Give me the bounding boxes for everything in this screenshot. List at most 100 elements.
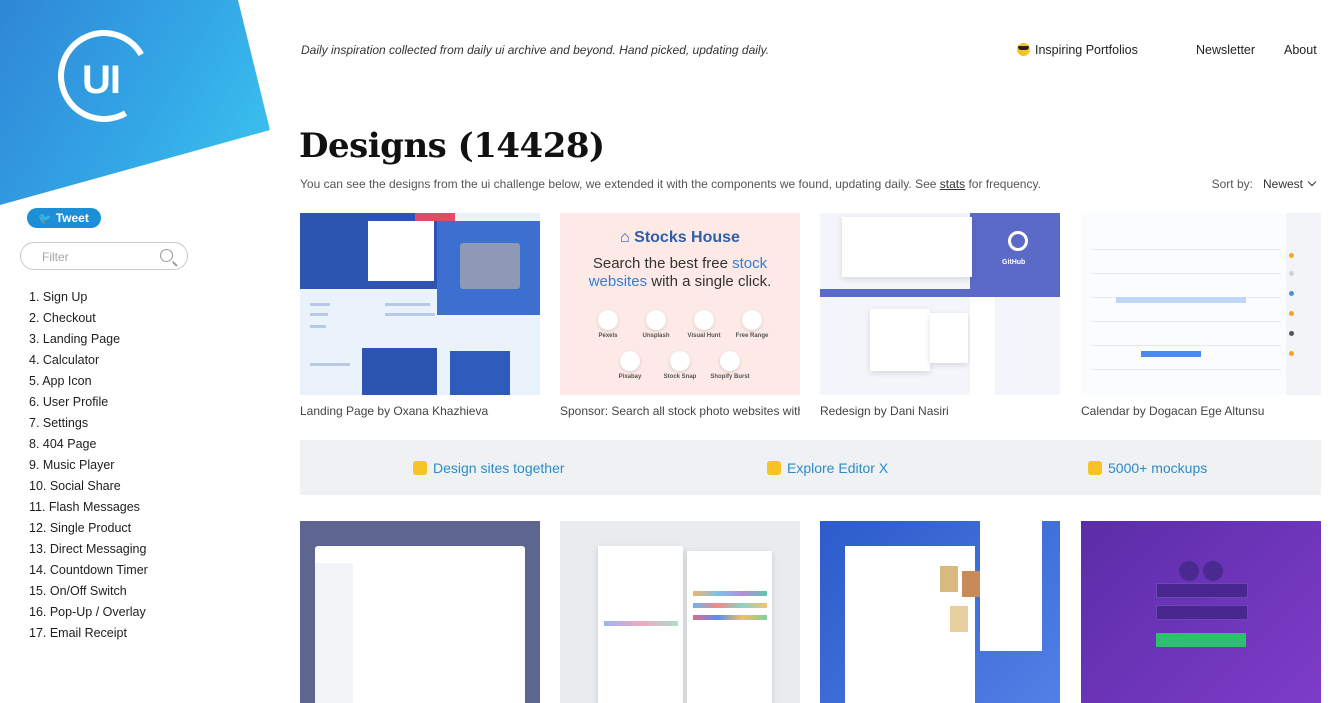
tweet-button[interactable]: 🐦 Tweet: [27, 208, 101, 228]
sidebar-item-single-product[interactable]: 12. Single Product: [29, 520, 148, 541]
pixabay-icon: [620, 351, 640, 371]
design-card[interactable]: Landing Page by Oxana Khazhieva: [300, 213, 540, 418]
banner-link-editor-x[interactable]: Explore Editor X: [767, 460, 888, 476]
sponsor-brand: ⌂ Stocks House: [560, 229, 800, 247]
facebook-icon: [1179, 561, 1199, 581]
pexels-icon: [598, 310, 618, 330]
visual-hunt-icon: [694, 310, 714, 330]
card-caption[interactable]: Redesign by Dani Nasiri: [820, 404, 1060, 418]
logo-text: UI: [82, 58, 121, 102]
challenge-list: 1. Sign Up 2. Checkout 3. Landing Page 4…: [29, 289, 148, 646]
sort-value: Newest: [1262, 177, 1303, 191]
sidebar-item-landing-page[interactable]: 3. Landing Page: [29, 331, 148, 352]
banner-label: Design sites together: [433, 460, 565, 476]
people-emoji-icon: [413, 461, 427, 475]
sponsor-headline: Search the best free stock websites with …: [570, 255, 790, 291]
design-thumbnail[interactable]: [820, 521, 1060, 703]
sidebar-item-social-share[interactable]: 10. Social Share: [29, 478, 148, 499]
sidebar-item-music-player[interactable]: 9. Music Player: [29, 457, 148, 478]
sidebar-item-countdown-timer[interactable]: 14. Countdown Timer: [29, 562, 148, 583]
banner-label: 5000+ mockups: [1108, 460, 1208, 476]
design-thumbnail[interactable]: [560, 521, 800, 703]
banner-link-mockups[interactable]: 5000+ mockups: [1088, 460, 1207, 476]
sidebar-item-settings[interactable]: 7. Settings: [29, 415, 148, 436]
page-title: Designs (14428): [299, 126, 605, 166]
sidebar-item-app-icon[interactable]: 5. App Icon: [29, 373, 148, 394]
sidebar-item-404-page[interactable]: 8. 404 Page: [29, 436, 148, 457]
source-label: Shopify Burst: [710, 374, 750, 380]
sidebar-item-calculator[interactable]: 4. Calculator: [29, 352, 148, 373]
design-card[interactable]: [1081, 521, 1321, 703]
design-card[interactable]: [560, 521, 800, 703]
card-caption[interactable]: Calendar by Dogacan Ege Altunsu: [1081, 404, 1321, 418]
banner-label: Explore Editor X: [787, 460, 889, 476]
stats-link[interactable]: stats: [940, 177, 965, 191]
nav-about[interactable]: About: [1284, 43, 1317, 57]
sidebar-item-popup-overlay[interactable]: 16. Pop-Up / Overlay: [29, 604, 148, 625]
source-label: Visual Hunt: [687, 333, 721, 339]
sponsor-thumbnail[interactable]: ⌂ Stocks House Search the best free stoc…: [560, 213, 800, 395]
github-icon: [1008, 231, 1028, 251]
sunglasses-emoji-icon: [1017, 43, 1030, 56]
subtitle-text: You can see the designs from the ui chal…: [300, 177, 940, 191]
source-label: Stock Snap: [663, 374, 697, 380]
design-thumbnail-landing-page[interactable]: [300, 213, 540, 395]
free-range-icon: [742, 310, 762, 330]
source-label: Pexels: [598, 333, 618, 339]
headline-highlight: stock: [732, 255, 768, 272]
sponsor-brand-name: Stocks House: [634, 229, 740, 246]
chevron-down-icon: [1307, 177, 1317, 187]
nav-inspiring-portfolios[interactable]: Inspiring Portfolios: [1017, 43, 1138, 57]
sponsor-card[interactable]: ⌂ Stocks House Search the best free stoc…: [560, 213, 800, 418]
sort-control: Sort by: Newest: [1211, 177, 1317, 191]
design-card[interactable]: Calendar by Dogacan Ege Altunsu: [1081, 213, 1321, 418]
page-subtitle: You can see the designs from the ui chal…: [300, 177, 1041, 191]
house-icon: ⌂: [620, 229, 635, 246]
email-field: [1156, 583, 1248, 598]
design-thumbnail[interactable]: [1081, 521, 1321, 703]
design-card[interactable]: [300, 521, 540, 703]
sidebar-item-direct-messaging[interactable]: 13. Direct Messaging: [29, 541, 148, 562]
headline-highlight: websites: [588, 273, 648, 290]
sidebar-item-user-profile[interactable]: 6. User Profile: [29, 394, 148, 415]
password-field: [1156, 605, 1248, 620]
nav-newsletter[interactable]: Newsletter: [1196, 43, 1255, 57]
sidebar-item-flash-messages[interactable]: 11. Flash Messages: [29, 499, 148, 520]
login-button-preview: [1156, 633, 1246, 647]
design-card[interactable]: [820, 521, 1060, 703]
sort-label: Sort by:: [1211, 177, 1253, 191]
card-caption[interactable]: Sponsor: Search all stock photo websites…: [560, 404, 800, 418]
subtitle-text-end: for frequency.: [965, 177, 1041, 191]
sidebar-item-sign-up[interactable]: 1. Sign Up: [29, 289, 148, 310]
search-icon[interactable]: [160, 249, 173, 262]
source-label: Free Range: [735, 333, 769, 339]
source-label: Pixabay: [618, 374, 642, 380]
sort-dropdown[interactable]: Newest: [1262, 177, 1317, 191]
filter-input[interactable]: [40, 249, 164, 265]
filter-field[interactable]: [20, 242, 188, 270]
shopify-burst-icon: [720, 351, 740, 371]
twitter-icon: [1203, 561, 1223, 581]
thumbs-up-emoji-icon: [767, 461, 781, 475]
stock-snap-icon: [670, 351, 690, 371]
card-caption[interactable]: Landing Page by Oxana Khazhieva: [300, 404, 540, 418]
sidebar-item-email-receipt[interactable]: 17. Email Receipt: [29, 625, 148, 646]
clapping-emoji-icon: [1088, 461, 1102, 475]
twitter-bird-icon: 🐦: [38, 212, 52, 225]
banner-link-design-sites[interactable]: Design sites together: [413, 460, 565, 476]
headline-part: with a single click.: [647, 273, 772, 290]
design-thumbnail-redesign[interactable]: GitHub: [820, 213, 1060, 395]
source-label: Unsplash: [642, 333, 670, 339]
design-card[interactable]: GitHub Redesign by Dani Nasiri: [820, 213, 1060, 418]
top-nav: Inspiring Portfolios Newsletter About: [1000, 43, 1330, 59]
sidebar-item-checkout[interactable]: 2. Checkout: [29, 310, 148, 331]
tagline: Daily inspiration collected from daily u…: [301, 43, 770, 57]
sidebar-item-on-off-switch[interactable]: 15. On/Off Switch: [29, 583, 148, 604]
promo-banner: Design sites together Explore Editor X 5…: [300, 440, 1321, 495]
design-thumbnail-calendar[interactable]: [1081, 213, 1321, 395]
unsplash-icon: [646, 310, 666, 330]
design-thumbnail[interactable]: [300, 521, 540, 703]
github-badge: GitHub: [1002, 259, 1026, 266]
nav-label: Inspiring Portfolios: [1035, 43, 1138, 57]
headline-part: Search the best free: [592, 255, 733, 272]
